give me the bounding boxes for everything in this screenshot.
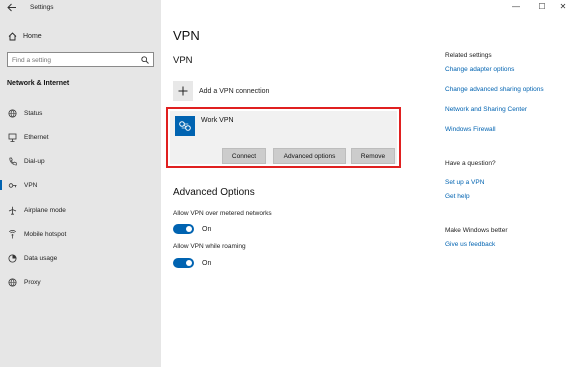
windows-firewall-link[interactable]: Windows Firewall [445,126,496,133]
vpn-section-heading: VPN [173,55,193,66]
ethernet-icon [8,133,17,142]
sidebar-item-label: Proxy [24,278,41,286]
change-adapter-options-link[interactable]: Change adapter options [445,66,514,73]
roaming-toggle-row: On [173,258,211,268]
get-help-link[interactable]: Get help [445,193,470,200]
roaming-label: Allow VPN while roaming [173,243,246,250]
sidebar-item-mobile-hotspot[interactable]: Mobile hotspot [0,226,161,242]
back-arrow-icon[interactable] [7,3,19,13]
sidebar-item-home[interactable]: Home [7,31,42,41]
sidebar-item-label: VPN [24,181,38,189]
remove-button[interactable]: Remove [351,148,395,164]
close-button[interactable]: ✕ [558,2,568,12]
sidebar: Settings Home Network & Internet Status … [0,0,161,367]
search-box[interactable] [7,52,154,67]
toggle-state-label: On [202,259,212,267]
change-advanced-sharing-options-link[interactable]: Change advanced sharing options [445,86,544,93]
search-input[interactable] [12,55,132,65]
home-icon [7,31,17,41]
related-settings-heading: Related settings [445,52,492,59]
give-feedback-link[interactable]: Give us feedback [445,241,495,248]
plus-icon [173,81,193,101]
sidebar-item-label: Ethernet [24,133,49,141]
network-sharing-center-link[interactable]: Network and Sharing Center [445,106,527,113]
toggle-knob [186,260,192,266]
advanced-options-heading: Advanced Options [173,187,255,198]
sidebar-item-data-usage[interactable]: Data usage [0,250,161,266]
connect-button[interactable]: Connect [222,148,266,164]
sidebar-item-ethernet[interactable]: Ethernet [0,129,161,145]
advanced-options-button[interactable]: Advanced options [273,148,346,164]
roaming-toggle[interactable] [173,258,194,268]
metered-networks-label: Allow VPN over metered networks [173,210,272,217]
maximize-button[interactable]: ☐ [537,2,547,12]
sidebar-section-title: Network & Internet [7,80,70,87]
sidebar-item-label: Home [23,32,42,40]
data-usage-icon [8,254,17,263]
add-vpn-label: Add a VPN connection [199,87,270,95]
vpn-icon [8,181,17,190]
have-a-question-heading: Have a question? [445,160,496,167]
page-title: VPN [173,28,200,43]
vpn-connection-card[interactable]: Work VPN Connect Advanced options Remove [166,107,401,168]
sidebar-item-label: Mobile hotspot [24,230,67,238]
vpn-connection-icon [175,116,195,136]
sidebar-item-label: Data usage [24,254,58,262]
toggle-state-label: On [202,225,212,233]
sidebar-item-label: Dial-up [24,157,45,165]
metered-networks-toggle[interactable] [173,224,194,234]
sidebar-item-proxy[interactable]: Proxy [0,274,161,290]
sidebar-item-vpn[interactable]: VPN [0,177,161,193]
hotspot-icon [8,229,17,239]
airplane-icon [8,206,17,215]
sidebar-item-airplane-mode[interactable]: Airplane mode [0,202,161,218]
app-title: Settings [30,4,54,11]
minimize-button[interactable]: — [511,2,521,12]
vpn-connection-name: Work VPN [201,117,234,124]
sidebar-item-status[interactable]: Status [0,105,161,121]
title-bar: Settings [0,0,161,17]
sidebar-item-label: Status [24,109,43,117]
toggle-knob [186,226,192,232]
sidebar-item-dial-up[interactable]: Dial-up [0,153,161,169]
make-windows-better-heading: Make Windows better [445,227,508,234]
search-icon[interactable] [141,56,149,64]
globe-icon [8,278,17,287]
phone-icon [8,157,17,166]
set-up-vpn-link[interactable]: Set up a VPN [445,179,484,186]
sidebar-item-label: Airplane mode [24,206,66,214]
vpn-connection-panel: Work VPN Connect Advanced options Remove [170,111,397,164]
globe-icon [8,109,17,118]
add-vpn-connection-button[interactable]: Add a VPN connection [173,81,269,101]
metered-networks-toggle-row: On [173,224,211,234]
